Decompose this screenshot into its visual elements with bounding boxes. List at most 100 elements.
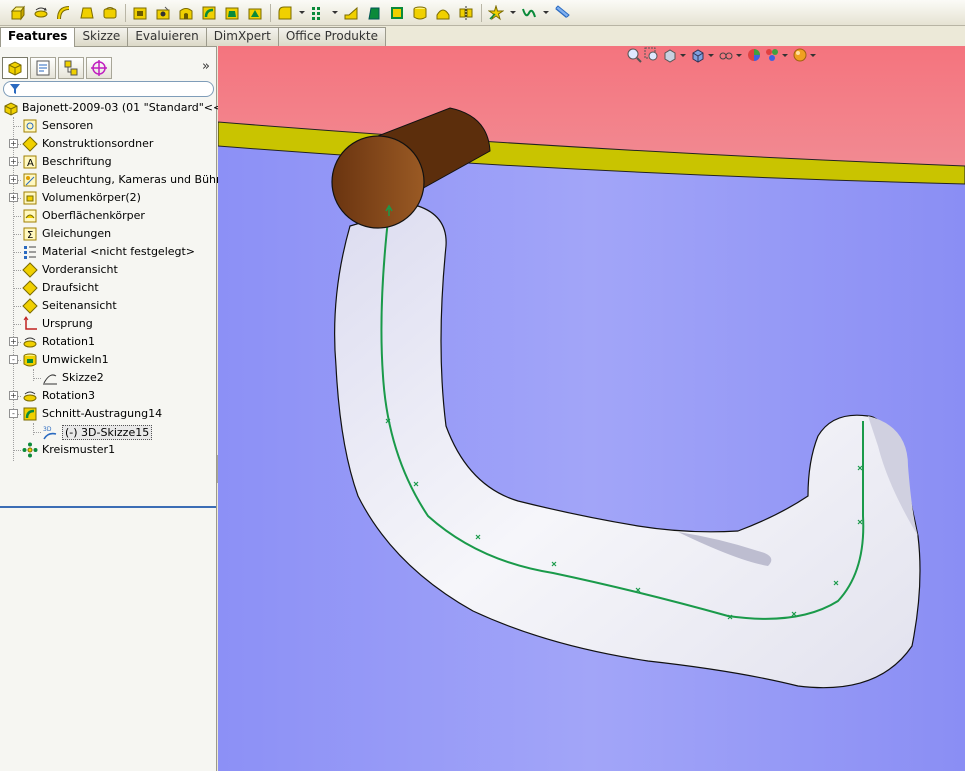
display-style-dropdown[interactable] [736,47,742,63]
feature-filter-input[interactable] [3,81,214,97]
tree-item-schnitt-austragung14[interactable]: - Schnitt-Austragung14 [0,405,216,423]
tree-root[interactable]: Bajonett-2009-03 (01 "Standard"<<01 [0,99,236,117]
tree-item-konstruktionsordner[interactable]: + Konstruktionsordner [0,135,216,153]
collapse-icon[interactable]: - [9,355,18,364]
tree-item-beschriftung[interactable]: + A Beschriftung [0,153,216,171]
dome-icon[interactable] [433,3,453,23]
view-orientation-dropdown[interactable] [708,47,714,63]
view-settings-dropdown[interactable] [810,47,816,63]
boundary-cut-icon[interactable] [245,3,265,23]
expand-icon[interactable]: + [9,139,18,148]
view-dropdown[interactable] [680,47,686,63]
scene-dropdown[interactable] [782,47,788,63]
panel-expand-chevron-icon[interactable]: » [202,59,210,74]
zoom-to-fit-icon[interactable] [626,47,642,63]
tree-item-label: Umwickeln1 [42,353,109,366]
pattern-dropdown[interactable] [331,3,338,23]
tree-connector [13,450,21,451]
tree-item-draufsicht[interactable]: Draufsicht [0,279,216,297]
tree-connector [13,234,21,235]
tree-item-rotation1[interactable]: + Rotation1 [0,333,216,351]
tree-item-kreismuster1[interactable]: Kreismuster1 [0,441,216,459]
mirror-icon[interactable] [456,3,476,23]
tab-features[interactable]: Features [0,27,76,47]
feature-manager-icon [8,61,22,76]
property-manager-tab[interactable] [30,57,56,79]
expand-icon[interactable]: + [9,391,18,400]
plane-icon [22,262,38,278]
solid-bodies-icon [22,190,38,206]
expand-icon[interactable]: + [9,193,18,202]
scene-icon[interactable] [764,47,780,63]
wrap-icon[interactable] [410,3,430,23]
tree-item-material-nicht-festgelegt[interactable]: Material <nicht festgelegt> [0,243,216,261]
tree-item-rotation3[interactable]: + Rotation3 [0,387,216,405]
tree-connector [13,252,21,253]
display-style-icon[interactable] [718,47,734,63]
tab-dimxpert[interactable]: DimXpert [205,27,279,46]
tree-item-volumenkörper-2[interactable]: + Volumenkörper(2) [0,189,216,207]
expand-icon[interactable]: + [9,337,18,346]
section-view-icon[interactable] [690,47,706,63]
tree-item-ursprung[interactable]: Ursprung [0,315,216,333]
shell-icon[interactable] [387,3,407,23]
tree-item-label: Gleichungen [42,227,112,240]
tree-connector [33,378,41,379]
tree-item-3d-skizze15[interactable]: 3D (-) 3D-Skizze15 [0,423,216,441]
tree-item-label: Beleuchtung, Kameras und Bühne [42,173,230,186]
tree-item-beleuchtung-kameras-und-bühne[interactable]: + Beleuchtung, Kameras und Bühne [0,171,230,189]
curves-icon[interactable] [519,3,539,23]
3d-sketch-icon: 3D [42,424,58,440]
property-manager-icon [36,60,50,76]
view-settings-icon[interactable] [792,47,808,63]
tree-item-gleichungen[interactable]: Σ Gleichungen [0,225,216,243]
rollback-bar[interactable] [0,506,216,508]
circular-pattern-icon [22,442,38,458]
lofted-boss-icon[interactable] [77,3,97,23]
material-icon [22,244,38,260]
tree-item-vorderansicht[interactable]: Vorderansicht [0,261,216,279]
tree-item-skizze2[interactable]: Skizze2 [0,369,216,387]
reference-geometry-icon[interactable] [486,3,506,23]
dimxpert-manager-tab[interactable] [86,57,112,79]
zoom-area-icon[interactable] [644,47,660,63]
curves-dropdown[interactable] [542,3,549,23]
tree-item-label: Seitenansicht [42,299,117,312]
configuration-manager-tab[interactable] [58,57,84,79]
fillet-icon[interactable] [275,3,295,23]
lofted-cut-icon[interactable] [222,3,242,23]
hole-wizard-icon[interactable] [153,3,173,23]
tab-evaluieren[interactable]: Evaluieren [127,27,207,46]
tree-item-sensoren[interactable]: Sensoren [0,117,216,135]
tree-connector [13,270,21,271]
draft-icon[interactable] [364,3,384,23]
expand-icon[interactable]: + [9,157,18,166]
reference-geometry-dropdown[interactable] [509,3,516,23]
graphics-viewport[interactable] [218,46,965,771]
command-manager-tabs: Features Skizze Evaluieren DimXpert Offi… [0,27,386,47]
expand-icon[interactable]: + [9,175,18,184]
tab-office-produkte[interactable]: Office Produkte [277,27,386,46]
appearance-icon[interactable] [746,47,762,63]
tree-item-seitenansicht[interactable]: Seitenansicht [0,297,216,315]
collapse-icon[interactable]: - [9,409,18,418]
extruded-cut-icon[interactable] [130,3,150,23]
instant3d-icon[interactable] [552,3,572,23]
fillet-dropdown[interactable] [298,3,305,23]
revolved-cut-icon[interactable] [176,3,196,23]
plane-icon [22,298,38,314]
solidworks-window: Features Skizze Evaluieren DimXpert Offi… [0,0,965,771]
previous-view-icon[interactable] [662,47,678,63]
tree-item-label: Draufsicht [42,281,99,294]
tree-item-umwickeln1[interactable]: - Umwickeln1 [0,351,216,369]
extruded-boss-icon[interactable] [8,3,28,23]
swept-boss-icon[interactable] [54,3,74,23]
feature-manager-tab[interactable] [2,57,28,79]
revolved-boss-icon[interactable] [31,3,51,23]
linear-pattern-icon[interactable] [308,3,328,23]
boundary-boss-icon[interactable] [100,3,120,23]
tab-skizze[interactable]: Skizze [74,27,129,46]
tree-item-oberflächenkörper[interactable]: Oberflächenkörper [0,207,216,225]
rib-icon[interactable] [341,3,361,23]
swept-cut-icon[interactable] [199,3,219,23]
